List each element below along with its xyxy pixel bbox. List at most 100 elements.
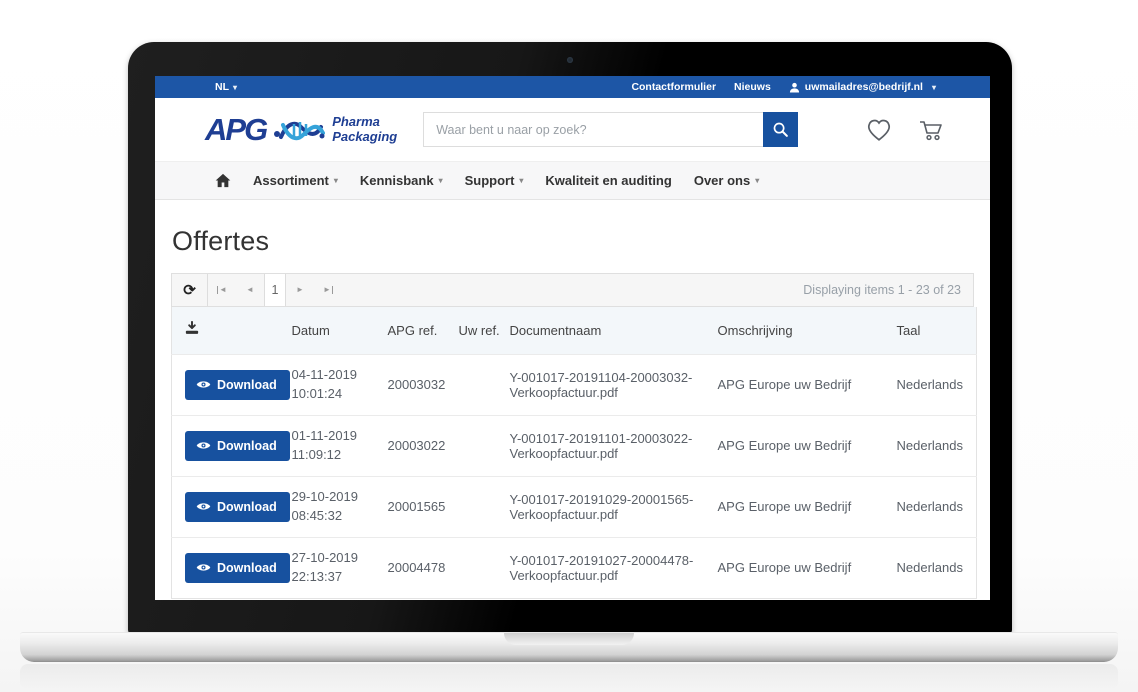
column-header-omschrijving[interactable]: Omschrijving — [718, 307, 897, 354]
next-page-icon: ► — [296, 286, 304, 294]
company-logo[interactable]: APG Pharma Packaging — [205, 113, 397, 147]
logo-line1: Pharma — [332, 115, 397, 130]
nav-label: Assortiment — [253, 173, 329, 188]
refresh-button[interactable]: ⟳ — [172, 274, 208, 306]
cart-icon — [918, 118, 944, 142]
column-header-documentnaam[interactable]: Documentnaam — [510, 307, 718, 354]
search-button[interactable] — [763, 112, 798, 147]
column-header-apg-ref[interactable]: APG ref. — [388, 307, 459, 354]
current-page-indicator[interactable]: 1 — [264, 274, 286, 306]
cell-datum: 29-10-2019 08:45:32 — [292, 476, 388, 537]
column-header-uw-ref[interactable]: Uw ref. — [459, 307, 510, 354]
logo-acronym: APG — [205, 114, 266, 145]
cell-uw-ref — [459, 354, 510, 415]
heart-icon — [866, 118, 892, 142]
download-button-label: Download — [217, 500, 277, 514]
cell-omschrijving: APG Europe uw Bedrijf — [718, 537, 897, 598]
eye-icon — [196, 501, 211, 512]
nav-item-support[interactable]: Support ▾ — [465, 173, 524, 188]
page-content: Offertes ⟳ ◄ ◄ 1 ► ► Displayi — [155, 226, 990, 599]
cell-apg-ref: 20003022 — [388, 415, 459, 476]
document-date: 29-10-2019 — [292, 488, 382, 507]
document-time: 08:45:32 — [292, 507, 382, 526]
documents-table: Datum APG ref. Uw ref. Documentnaam Omsc… — [171, 307, 977, 599]
table-row: Download 01-11-2019 11:09:12 20003022 Y-… — [172, 415, 977, 476]
search-bar — [423, 112, 798, 147]
document-date: 27-10-2019 — [292, 549, 382, 568]
cell-taal: Nederlands — [897, 537, 977, 598]
language-label: NL — [215, 81, 229, 93]
download-button[interactable]: Download — [185, 370, 290, 400]
nav-item-kennisbank[interactable]: Kennisbank ▾ — [360, 173, 443, 188]
download-button[interactable]: Download — [185, 553, 290, 583]
nav-label: Support — [465, 173, 515, 188]
cell-apg-ref: 20004478 — [388, 537, 459, 598]
column-header-taal[interactable]: Taal — [897, 307, 977, 354]
download-button-label: Download — [217, 561, 277, 575]
cell-documentnaam: Y-001017-20191104-20003032-Verkoopfactuu… — [510, 354, 718, 415]
document-time: 11:09:12 — [292, 446, 382, 465]
contact-form-link[interactable]: Contactformulier — [631, 81, 716, 93]
first-page-button[interactable]: ◄ — [208, 274, 236, 306]
user-email: uwmailadres@bedrijf.nl — [805, 81, 923, 93]
laptop-base — [20, 632, 1118, 662]
news-link[interactable]: Nieuws — [734, 81, 771, 93]
table-row: Download 29-10-2019 08:45:32 20001565 Y-… — [172, 476, 977, 537]
document-time: 10:01:24 — [292, 385, 382, 404]
cell-omschrijving: APG Europe uw Bedrijf — [718, 476, 897, 537]
cell-documentnaam: Y-001017-20191027-20004478-Verkoopfactuu… — [510, 537, 718, 598]
pagination-toolbar: ⟳ ◄ ◄ 1 ► ► Displaying items 1 - 23 of 2… — [171, 273, 974, 307]
user-icon — [789, 82, 800, 93]
language-selector[interactable]: NL ▾ — [215, 81, 237, 93]
cart-button[interactable] — [918, 118, 944, 142]
webcam — [567, 57, 573, 63]
download-button[interactable]: Download — [185, 431, 290, 461]
cell-documentnaam: Y-001017-20191029-20001565-Verkoopfactuu… — [510, 476, 718, 537]
cell-taal: Nederlands — [897, 415, 977, 476]
document-date: 04-11-2019 — [292, 366, 382, 385]
next-page-button[interactable]: ► — [286, 274, 314, 306]
eye-icon — [196, 440, 211, 451]
page-title: Offertes — [172, 226, 974, 257]
download-button[interactable]: Download — [185, 492, 290, 522]
wishlist-button[interactable] — [866, 118, 892, 142]
user-account-menu[interactable]: uwmailadres@bedrijf.nl ▾ — [789, 81, 936, 93]
table-row: Download 27-10-2019 22:13:37 20004478 Y-… — [172, 537, 977, 598]
nav-item-assortiment[interactable]: Assortiment ▾ — [253, 173, 338, 188]
home-button[interactable] — [215, 173, 231, 188]
cell-omschrijving: APG Europe uw Bedrijf — [718, 354, 897, 415]
cell-uw-ref — [459, 476, 510, 537]
chevron-down-icon: ▾ — [755, 176, 759, 185]
chevron-down-icon: ▾ — [233, 83, 237, 92]
last-page-button[interactable]: ► — [314, 274, 342, 306]
refresh-icon: ⟳ — [183, 281, 196, 299]
chevron-down-icon: ▾ — [334, 176, 338, 185]
nav-label: Kennisbank — [360, 173, 434, 188]
nav-label: Over ons — [694, 173, 750, 188]
cell-apg-ref: 20001565 — [388, 476, 459, 537]
nav-item-over-ons[interactable]: Over ons ▾ — [694, 173, 759, 188]
previous-page-button[interactable]: ◄ — [236, 274, 264, 306]
laptop-screen: NL ▾ Contactformulier Nieuws uwmailadres… — [155, 76, 990, 600]
cell-uw-ref — [459, 537, 510, 598]
download-icon — [185, 321, 199, 336]
logo-wordmark: Pharma Packaging — [332, 115, 397, 145]
eye-icon — [196, 379, 211, 390]
top-utility-bar: NL ▾ Contactformulier Nieuws uwmailadres… — [155, 76, 990, 98]
eye-icon — [196, 562, 211, 573]
logo-line2: Packaging — [332, 130, 397, 145]
laptop-reflection — [20, 664, 1118, 690]
search-input[interactable] — [423, 112, 763, 147]
cell-datum: 01-11-2019 11:09:12 — [292, 415, 388, 476]
cell-documentnaam: Y-001017-20191101-20003022-Verkoopfactuu… — [510, 415, 718, 476]
download-column-header[interactable] — [172, 307, 292, 354]
site-header: APG Pharma Packaging — [155, 98, 990, 161]
previous-page-icon: ◄ — [246, 286, 254, 294]
column-header-datum[interactable]: Datum — [292, 307, 388, 354]
first-page-icon — [217, 286, 218, 294]
dna-helix-icon — [273, 113, 325, 147]
download-button-label: Download — [217, 439, 277, 453]
nav-item-kwaliteit-en-auditing[interactable]: Kwaliteit en auditing — [545, 173, 671, 188]
cell-taal: Nederlands — [897, 354, 977, 415]
cell-datum: 27-10-2019 22:13:37 — [292, 537, 388, 598]
